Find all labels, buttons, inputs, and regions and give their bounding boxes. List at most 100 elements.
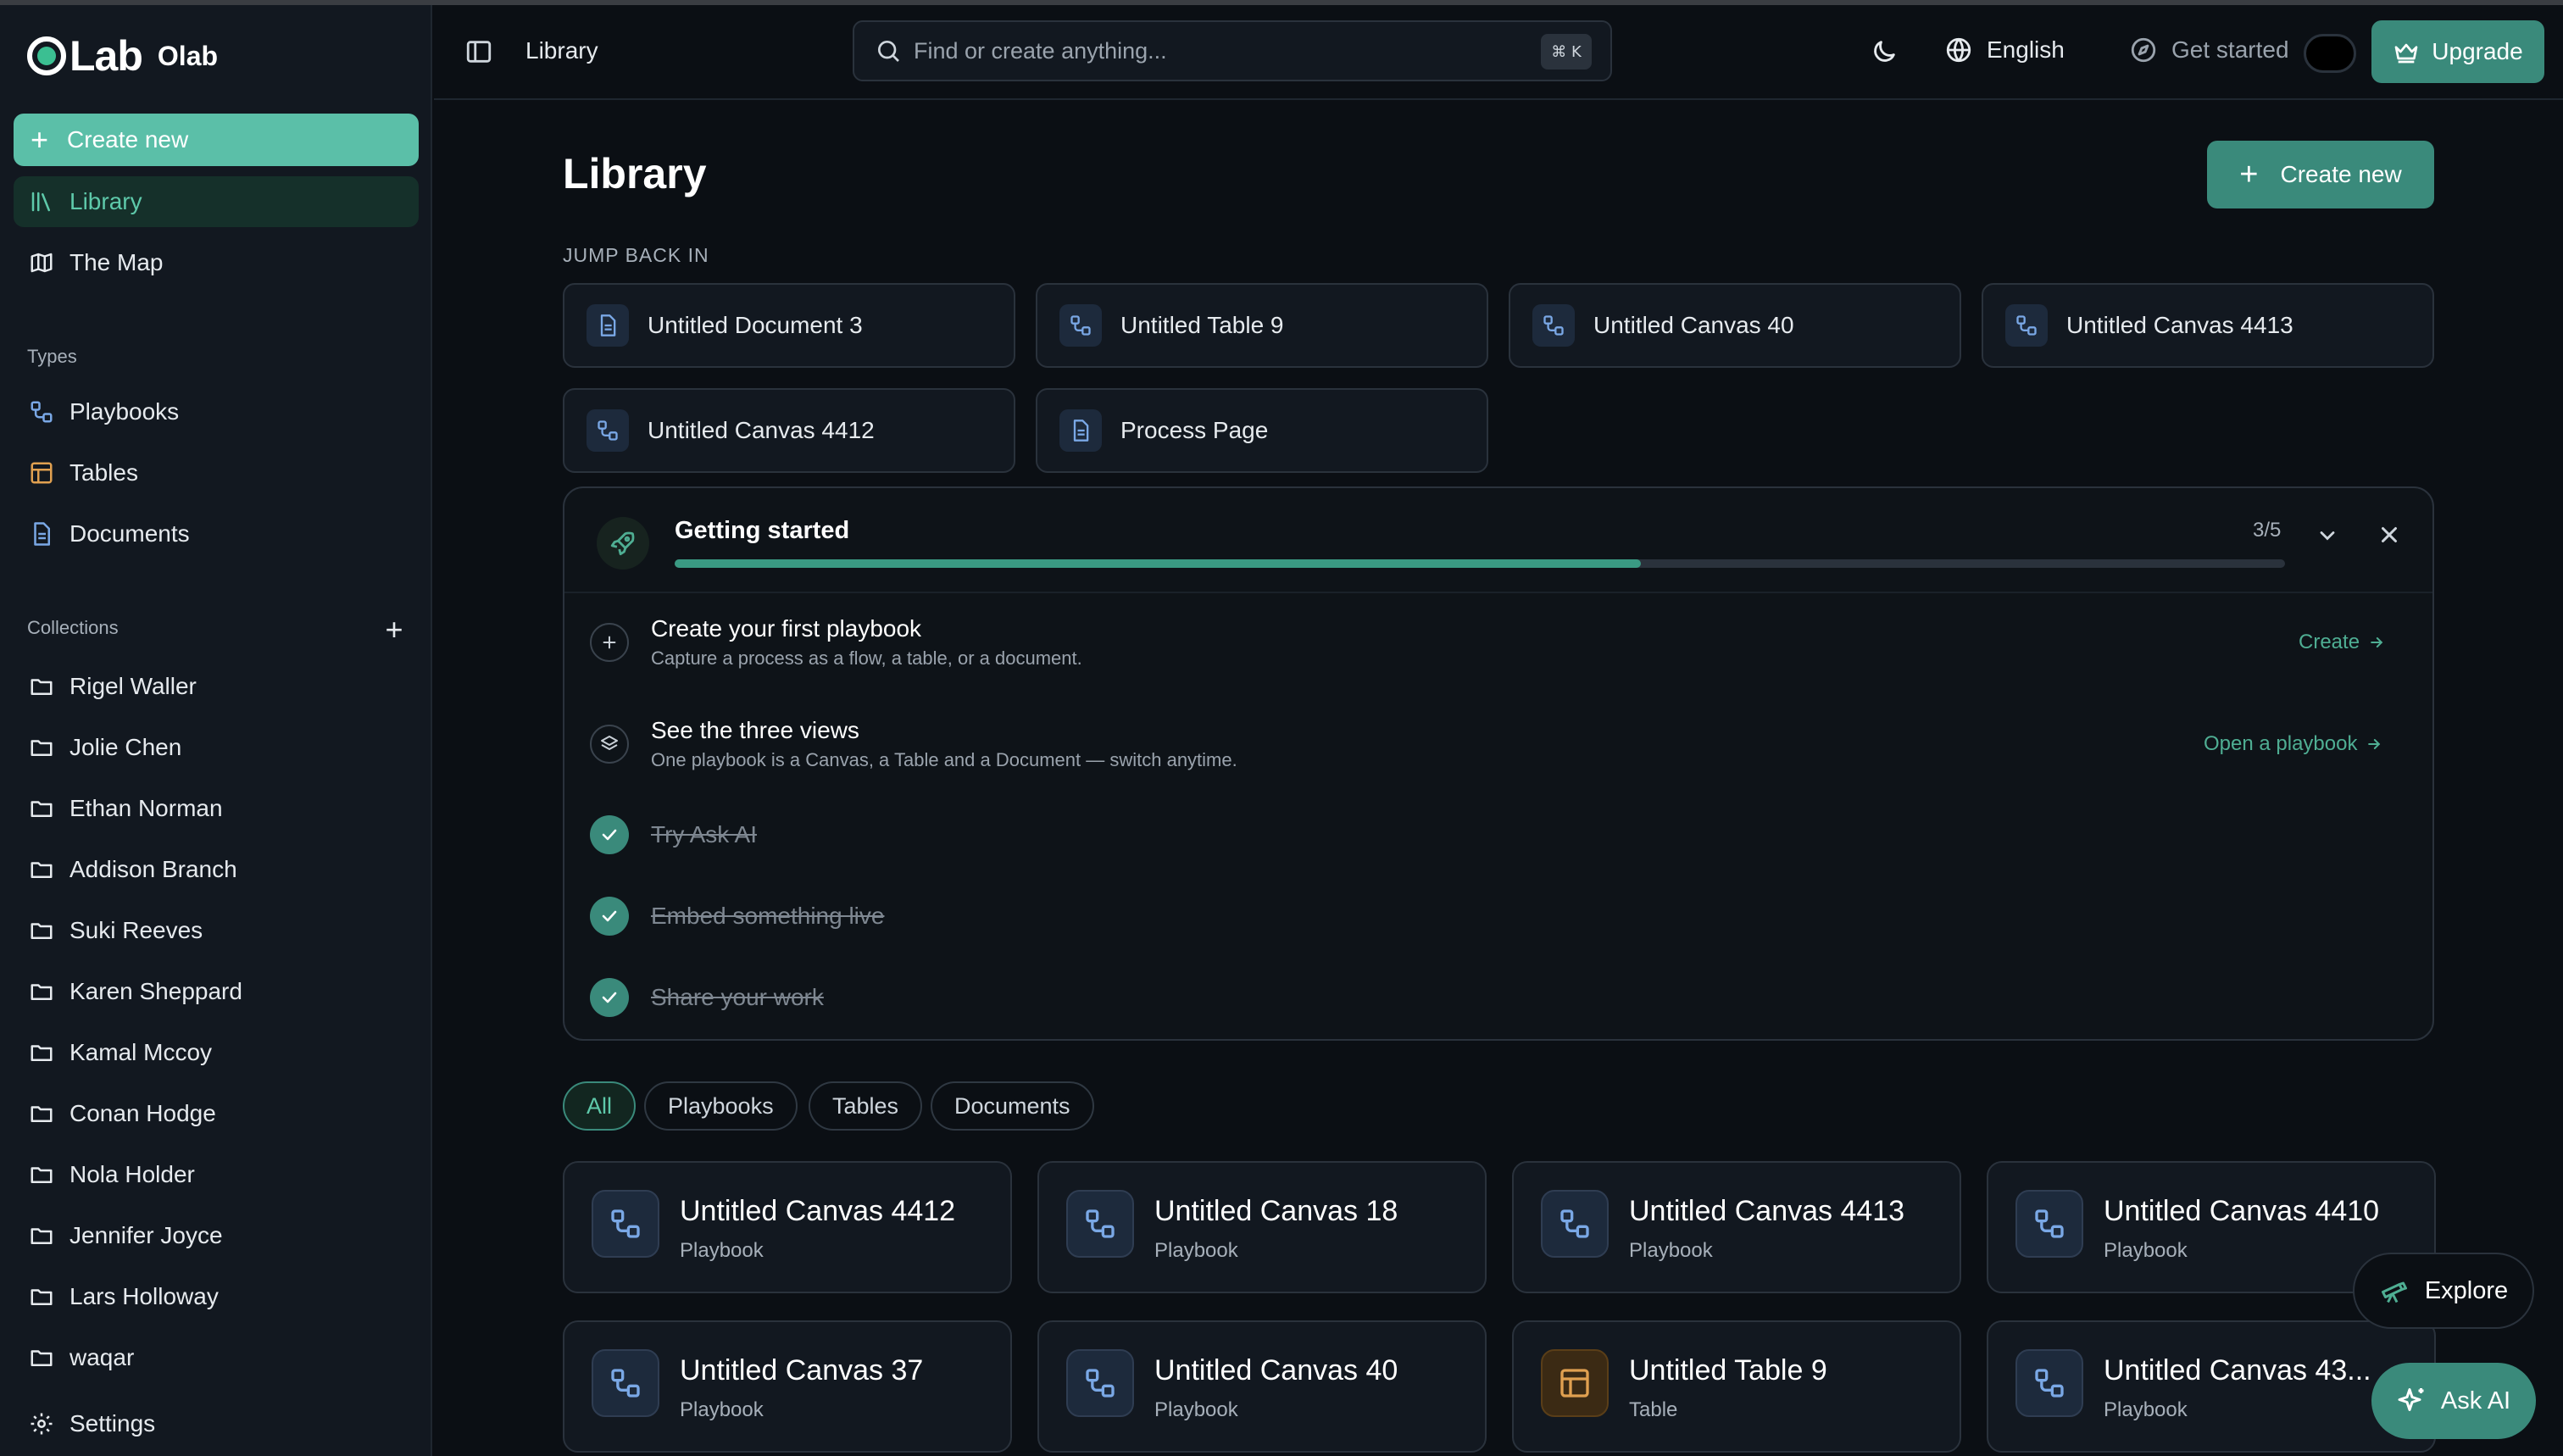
card-title: Untitled Table 9 (1629, 1354, 1827, 1387)
sidebar-collection-item[interactable]: Lars Holloway (14, 1271, 419, 1322)
plus-icon (590, 623, 629, 662)
task-create-first-playbook[interactable]: Create your first playbook Capture a pro… (590, 615, 1082, 670)
sidebar-item-label: The Map (69, 249, 164, 275)
sidebar-collection-item[interactable]: Jennifer Joyce (14, 1210, 419, 1261)
sidebar-collection-item[interactable]: Suki Reeves (14, 905, 419, 956)
sidebar-collection-item[interactable]: Karen Sheppard (14, 966, 419, 1017)
table-icon (29, 460, 54, 486)
compass-icon (2129, 36, 2158, 64)
library-card[interactable]: Untitled Table 9 Table (1512, 1320, 1961, 1453)
sidebar-item-library[interactable]: Library (14, 176, 419, 227)
filter-chip-playbooks[interactable]: Playbooks (644, 1081, 798, 1131)
sidebar-collection-item[interactable]: Rigel Waller (14, 661, 419, 712)
upgrade-button[interactable]: Upgrade (2371, 20, 2544, 83)
task-try-ask-ai[interactable]: Try Ask AI (590, 815, 757, 854)
library-card[interactable]: Untitled Canvas 4412 Playbook (563, 1161, 1012, 1293)
collection-label: Jennifer Joyce (69, 1222, 223, 1248)
create-task-link[interactable]: Create (2299, 631, 2385, 654)
sidebar-item-tables[interactable]: Tables (14, 447, 419, 498)
library-card[interactable]: Untitled Canvas 4413 Playbook (1512, 1161, 1961, 1293)
arrow-right-icon (2371, 637, 2383, 647)
chevron-down-icon[interactable] (2316, 524, 2339, 547)
logo-word: Lab (69, 32, 143, 80)
sidebar-item-label: Tables (69, 459, 138, 486)
sidebar-collection-item[interactable]: waqar (14, 1332, 419, 1383)
explore-button[interactable]: Explore (2353, 1253, 2534, 1329)
library-card[interactable]: Untitled Canvas 40 Playbook (1037, 1320, 1487, 1453)
sidebar-item-playbooks[interactable]: Playbooks (14, 386, 419, 437)
document-icon (1059, 409, 1102, 452)
folder-icon (29, 735, 54, 760)
table-icon (1541, 1349, 1609, 1417)
page-title: Library (563, 150, 707, 197)
card-type: Playbook (2104, 1239, 2188, 1262)
task-title: Try Ask AI (651, 821, 757, 847)
get-started-label: Get started (2171, 36, 2289, 63)
sidebar-item-documents[interactable]: Documents (14, 508, 419, 559)
card-title: Untitled Canvas 43... (2104, 1354, 2371, 1387)
search-input[interactable]: Find or create anything... ⌘ K (853, 20, 1612, 81)
playbook-icon (2015, 1349, 2083, 1417)
sidebar-collection-item[interactable]: Nola Holder (14, 1149, 419, 1200)
breadcrumb: Library (525, 37, 598, 64)
sidebar-collection-item[interactable]: Jolie Chen (14, 722, 419, 773)
mode-toggle-switch[interactable] (2304, 34, 2356, 73)
filter-chip-documents[interactable]: Documents (931, 1081, 1094, 1131)
sidebar-collection-item[interactable]: Ethan Norman (14, 783, 419, 834)
jump-back-card[interactable]: Untitled Table 9 (1036, 283, 1488, 368)
sidebar-toggle-icon[interactable] (464, 37, 493, 66)
task-title: Share your work (651, 984, 824, 1010)
library-card[interactable]: Untitled Canvas 37 Playbook (563, 1320, 1012, 1453)
close-icon[interactable] (2377, 522, 2402, 547)
filter-chip-all[interactable]: All (563, 1081, 637, 1131)
playbook-icon (29, 399, 54, 425)
get-started-link[interactable]: Get started (2129, 36, 2289, 64)
sidebar-create-button[interactable]: + Create new (14, 114, 419, 166)
ask-ai-button[interactable]: Ask AI (2371, 1363, 2536, 1439)
library-card[interactable]: Untitled Canvas 43... Playbook (1987, 1320, 2436, 1453)
card-type: Playbook (1154, 1398, 1238, 1421)
jump-back-card[interactable]: Untitled Canvas 4413 (1982, 283, 2434, 368)
sidebar-item-settings[interactable]: Settings (14, 1398, 419, 1449)
folder-icon (29, 1040, 54, 1065)
card-type: Playbook (2104, 1398, 2188, 1421)
main-create-label: Create new (2280, 161, 2402, 187)
collection-label: Lars Holloway (69, 1283, 219, 1309)
task-share-your-work[interactable]: Share your work (590, 978, 824, 1017)
folder-icon (29, 1284, 54, 1309)
sidebar-collection-item[interactable]: Conan Hodge (14, 1088, 419, 1139)
folder-icon (29, 1162, 54, 1187)
jump-back-card[interactable]: Untitled Canvas 40 (1509, 283, 1961, 368)
workspace-name: Olab (157, 40, 219, 71)
jump-back-card[interactable]: Untitled Canvas 4412 (563, 388, 1015, 473)
main-create-button[interactable]: + Create new (2207, 141, 2434, 208)
sidebar-item-the-map[interactable]: The Map (14, 237, 419, 288)
library-card[interactable]: Untitled Canvas 18 Playbook (1037, 1161, 1487, 1293)
playbook-icon (592, 1190, 659, 1258)
arrow-right-icon (2368, 739, 2381, 749)
filter-chip-tables[interactable]: Tables (809, 1081, 923, 1131)
app-logo[interactable]: Lab Olab (27, 32, 218, 80)
folder-icon (29, 1345, 54, 1370)
theme-toggle-moon-icon[interactable] (1870, 37, 1899, 66)
sidebar-collection-item[interactable]: Kamal Mccoy (14, 1027, 419, 1078)
folder-icon (29, 857, 54, 882)
add-collection-button[interactable]: + (380, 614, 409, 645)
sidebar-collection-item[interactable]: Addison Branch (14, 844, 419, 895)
language-selector[interactable]: English (1944, 36, 2065, 64)
open-playbook-link[interactable]: Open a playbook (2204, 732, 2382, 756)
task-see-three-views[interactable]: See the three views One playbook is a Ca… (590, 717, 1237, 771)
task-embed-something-live[interactable]: Embed something live (590, 897, 884, 936)
card-type: Table (1629, 1398, 1678, 1421)
jump-back-card[interactable]: Untitled Document 3 (563, 283, 1015, 368)
sidebar-item-label: Library (69, 188, 142, 214)
jump-back-card[interactable]: Process Page (1036, 388, 1488, 473)
crown-icon (2393, 38, 2420, 65)
sidebar: Lab Olab + Create new Library The Map Ty… (0, 5, 432, 1456)
task-title: Embed something live (651, 903, 885, 929)
jump-card-label: Untitled Document 3 (648, 312, 863, 338)
sidebar-item-label: Documents (69, 520, 190, 547)
jump-card-label: Process Page (1120, 417, 1269, 443)
document-icon (29, 521, 54, 547)
jump-card-label: Untitled Canvas 40 (1593, 312, 1794, 338)
